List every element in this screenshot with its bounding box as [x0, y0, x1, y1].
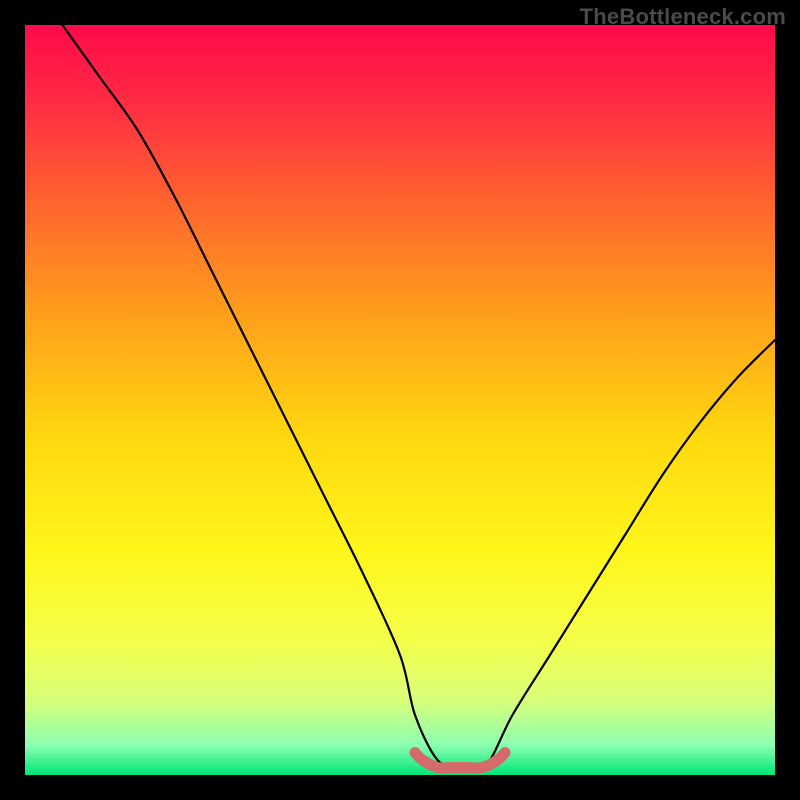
plot-area	[25, 25, 775, 775]
bottleneck-chart	[25, 25, 775, 775]
watermark-text: TheBottleneck.com	[580, 4, 786, 30]
gradient-background	[25, 25, 775, 775]
chart-frame: TheBottleneck.com	[0, 0, 800, 800]
